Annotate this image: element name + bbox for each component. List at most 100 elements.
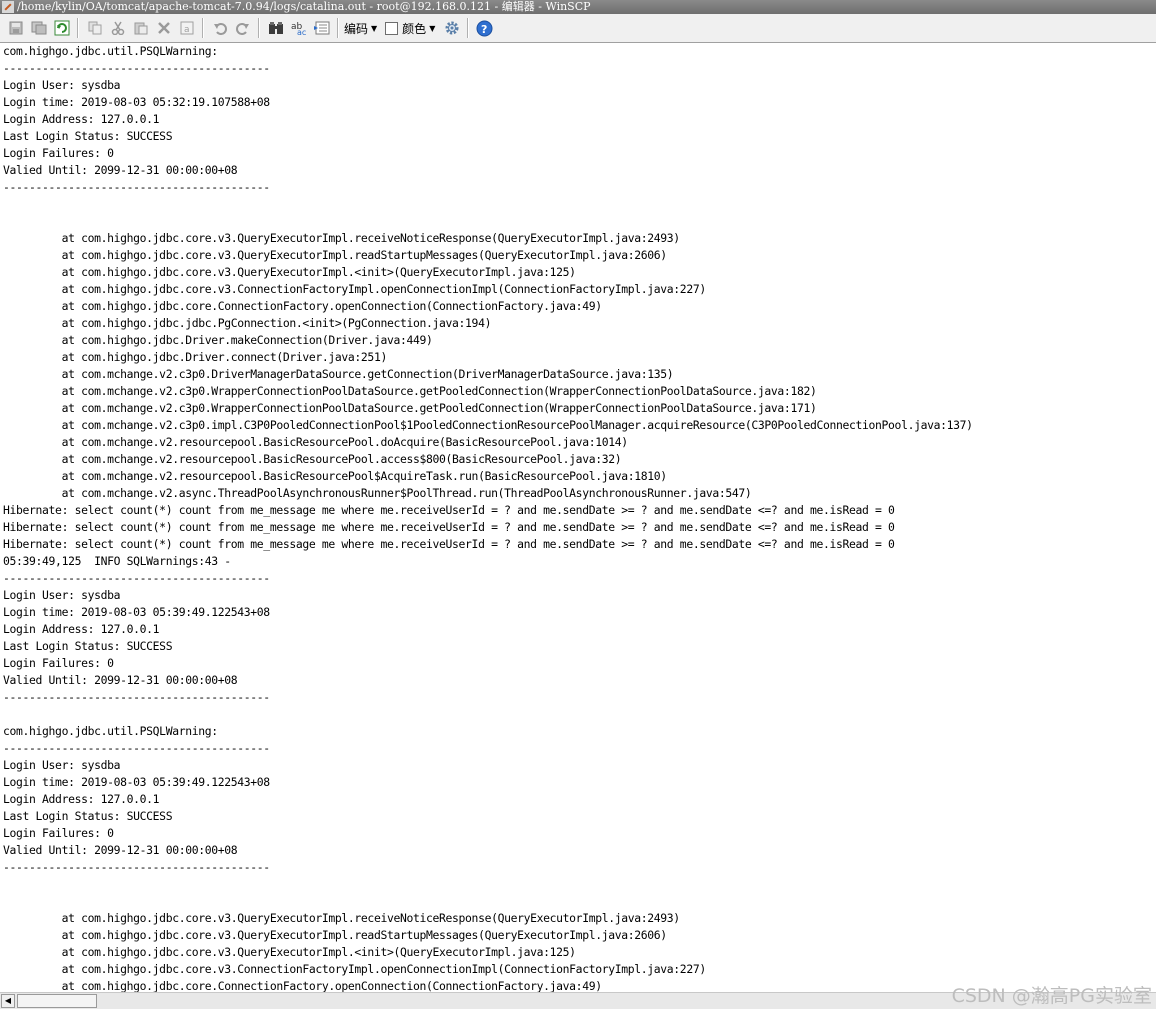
editor-line: at com.highgo.jdbc.core.ConnectionFactor… xyxy=(3,299,603,313)
editor-line: at com.mchange.v2.resourcepool.BasicReso… xyxy=(3,452,622,466)
delete-button[interactable] xyxy=(153,18,174,39)
watermark: CSDN @瀚高PG实验室 xyxy=(951,985,1152,1007)
find-button[interactable] xyxy=(265,18,286,39)
editor-line: Last Login Status: SUCCESS xyxy=(3,809,173,823)
undo-button[interactable] xyxy=(209,18,230,39)
editor-line: Login Address: 127.0.0.1 xyxy=(3,112,160,126)
editor-line: Login User: sysdba xyxy=(3,758,121,772)
scrollbar-thumb[interactable] xyxy=(17,994,97,1008)
svg-text:?: ? xyxy=(481,23,487,36)
reload-icon xyxy=(54,20,69,36)
editor-line: at com.mchange.v2.c3p0.impl.C3P0PooledCo… xyxy=(3,418,973,432)
editor-line: Login time: 2019-08-03 05:39:49.122543+0… xyxy=(3,775,270,789)
copy-button[interactable] xyxy=(84,18,105,39)
editor-line: Hibernate: select count(*) count from me… xyxy=(3,503,895,517)
copy-icon xyxy=(88,21,101,35)
goto-line-button[interactable] xyxy=(311,18,332,39)
editor-line: ----------------------------------------… xyxy=(3,690,270,704)
cut-button[interactable] xyxy=(107,18,128,39)
editor-line: ----------------------------------------… xyxy=(3,180,270,194)
editor-line: at com.highgo.jdbc.core.v3.ConnectionFac… xyxy=(3,282,707,296)
toolbar-separator xyxy=(202,18,204,38)
editor-line: Valied Until: 2099-12-31 00:00:00+08 xyxy=(3,673,238,687)
replace-button[interactable]: ab ac xyxy=(288,18,309,39)
color-checkbox[interactable] xyxy=(385,21,399,35)
editor-line: at com.mchange.v2.async.ThreadPoolAsynch… xyxy=(3,486,752,500)
encoding-label: 编码 xyxy=(344,21,369,36)
editor-line: Login Address: 127.0.0.1 xyxy=(3,792,160,806)
save-as-button[interactable] xyxy=(28,18,49,39)
editor-line: Hibernate: select count(*) count from me… xyxy=(3,537,895,551)
redo-icon xyxy=(235,23,249,35)
scroll-left-button[interactable]: ◀ xyxy=(1,994,15,1008)
find-icon xyxy=(268,22,283,34)
editor-line: Valied Until: 2099-12-31 00:00:00+08 xyxy=(3,843,238,857)
editor-line: com.highgo.jdbc.util.PSQLWarning: xyxy=(3,44,218,58)
editor-line: at com.highgo.jdbc.core.v3.QueryExecutor… xyxy=(3,911,681,925)
editor-line: at com.mchange.v2.c3p0.WrapperConnection… xyxy=(3,401,817,415)
editor-line: Login Address: 127.0.0.1 xyxy=(3,622,160,636)
editor-line: Last Login Status: SUCCESS xyxy=(3,639,173,653)
settings-button[interactable] xyxy=(441,18,462,39)
svg-text:a: a xyxy=(184,25,190,35)
window-titlebar[interactable]: /home/kylin/OA/tomcat/apache-tomcat-7.0.… xyxy=(0,0,1156,14)
delete-icon xyxy=(157,22,170,34)
editor-line: at com.highgo.jdbc.core.v3.ConnectionFac… xyxy=(3,962,707,976)
toolbar: a ab ac 编码 ▼ 颜色 ▼ ? xyxy=(0,14,1156,43)
editor-line: ----------------------------------------… xyxy=(3,571,270,585)
replace-icon: abac xyxy=(291,22,306,36)
editor-line: Login Failures: 0 xyxy=(3,146,114,160)
editor-line: at com.mchange.v2.resourcepool.BasicReso… xyxy=(3,469,668,483)
chevron-down-icon: ▼ xyxy=(429,23,436,33)
toolbar-separator xyxy=(467,18,470,38)
save-icon xyxy=(9,21,22,35)
select-all-icon: a xyxy=(180,21,193,35)
editor-line: at com.highgo.jdbc.core.v3.QueryExecutor… xyxy=(3,945,576,959)
editor-line: ----------------------------------------… xyxy=(3,860,270,874)
editor-line: at com.highgo.jdbc.Driver.makeConnection… xyxy=(3,333,433,347)
editor-line: Login Failures: 0 xyxy=(3,656,114,670)
editor-line: ----------------------------------------… xyxy=(3,741,270,755)
editor-line: Login User: sysdba xyxy=(3,588,121,602)
editor-content[interactable]: com.highgo.jdbc.util.PSQLWarning: -------… xyxy=(0,43,1156,992)
color-label: 颜色 xyxy=(402,21,427,36)
editor-line: at com.highgo.jdbc.jdbc.PgConnection.<in… xyxy=(3,316,492,330)
goto-line-icon xyxy=(313,21,329,35)
select-all-button[interactable]: a xyxy=(176,18,197,39)
editor-line: at com.highgo.jdbc.Driver.connect(Driver… xyxy=(3,350,388,364)
chevron-left-icon: ◀ xyxy=(4,996,12,1005)
editor-line: at com.mchange.v2.c3p0.WrapperConnection… xyxy=(3,384,817,398)
editor-line: at com.highgo.jdbc.core.v3.QueryExecutor… xyxy=(3,928,668,942)
undo-icon xyxy=(213,23,227,35)
editor-line: Login User: sysdba xyxy=(3,78,121,92)
editor-text-area[interactable]: com.highgo.jdbc.util.PSQLWarning: -------… xyxy=(0,43,1156,992)
help-button[interactable]: ? xyxy=(474,18,495,39)
editor-line: at com.highgo.jdbc.core.v3.QueryExecutor… xyxy=(3,265,576,279)
color-toggle[interactable]: 颜色 ▼ xyxy=(383,20,435,37)
editor-line: at com.highgo.jdbc.core.v3.QueryExecutor… xyxy=(3,248,668,262)
editor-line: Login time: 2019-08-03 05:32:19.107588+0… xyxy=(3,95,270,109)
svg-text:ac: ac xyxy=(297,28,306,36)
encoding-dropdown[interactable]: 编码 ▼ xyxy=(344,20,377,37)
toolbar-separator xyxy=(77,18,79,38)
editor-line: Login time: 2019-08-03 05:39:49.122543+0… xyxy=(3,605,270,619)
editor-line: Hibernate: select count(*) count from me… xyxy=(3,520,895,534)
window-title: /home/kylin/OA/tomcat/apache-tomcat-7.0.… xyxy=(17,0,591,13)
editor-line: Login Failures: 0 xyxy=(3,826,114,840)
save-as-icon xyxy=(31,21,46,35)
redo-button[interactable] xyxy=(232,18,253,39)
gear-icon xyxy=(445,21,459,35)
reload-button[interactable] xyxy=(51,18,72,39)
toolbar-separator xyxy=(258,18,260,38)
editor-line: at com.mchange.v2.resourcepool.BasicReso… xyxy=(3,435,629,449)
editor-line: Valied Until: 2099-12-31 00:00:00+08 xyxy=(3,163,238,177)
save-button[interactable] xyxy=(5,18,26,39)
chevron-down-icon: ▼ xyxy=(371,23,378,33)
paste-button[interactable] xyxy=(130,18,151,39)
editor-line: Last Login Status: SUCCESS xyxy=(3,129,173,143)
